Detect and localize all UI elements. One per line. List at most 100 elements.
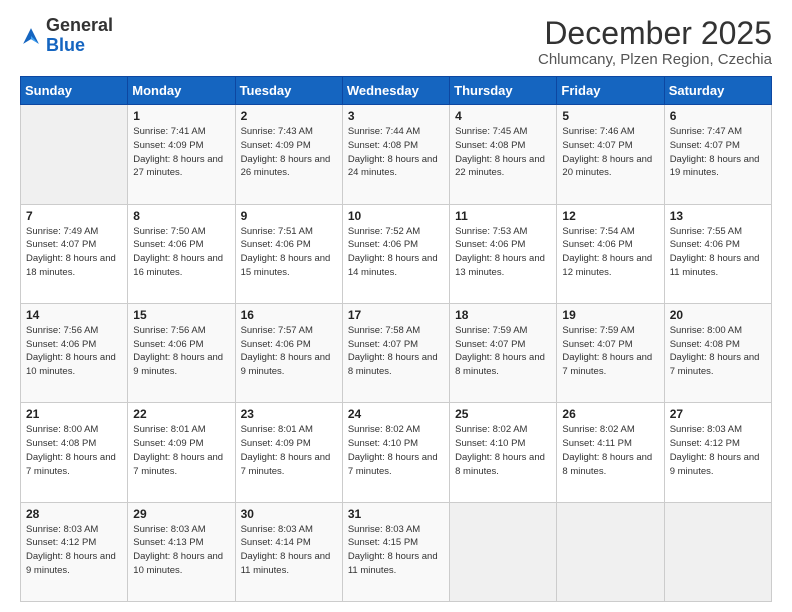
day-number: 27 <box>670 407 766 421</box>
calendar-day-cell: 3 Sunrise: 7:44 AMSunset: 4:08 PMDaylight… <box>342 105 449 204</box>
calendar-header-cell: Friday <box>557 77 664 105</box>
calendar-day-cell: 26 Sunrise: 8:02 AMSunset: 4:11 PMDayligh… <box>557 403 664 502</box>
calendar-week-row: 21Sunrise: 8:00 AMSunset: 4:08 PMDayligh… <box>21 403 772 502</box>
day-number: 24 <box>348 407 444 421</box>
day-info: Sunrise: 7:58 AMSunset: 4:07 PMDaylight:… <box>348 324 444 379</box>
calendar-day-cell: 5 Sunrise: 7:46 AMSunset: 4:07 PMDaylight… <box>557 105 664 204</box>
day-number: 12 <box>562 209 658 223</box>
day-info: Sunrise: 8:03 AMSunset: 4:14 PMDaylight:… <box>241 523 337 578</box>
day-info: Sunrise: 8:02 AMSunset: 4:10 PMDaylight:… <box>455 423 551 478</box>
calendar-day-cell: 30 Sunrise: 8:03 AMSunset: 4:14 PMDayligh… <box>235 502 342 601</box>
calendar-day-cell: 10 Sunrise: 7:52 AMSunset: 4:06 PMDayligh… <box>342 204 449 303</box>
calendar-day-cell: 18Sunrise: 7:59 AMSunset: 4:07 PMDayligh… <box>450 303 557 402</box>
day-info: Sunrise: 7:45 AMSunset: 4:08 PMDaylight:… <box>455 125 551 180</box>
day-number: 25 <box>455 407 551 421</box>
day-number: 31 <box>348 507 444 521</box>
day-number: 7 <box>26 209 122 223</box>
title-section: December 2025 Chlumcany, Plzen Region, C… <box>538 16 772 68</box>
day-info: Sunrise: 7:44 AMSunset: 4:08 PMDaylight:… <box>348 125 444 180</box>
day-info: Sunrise: 7:56 AMSunset: 4:06 PMDaylight:… <box>133 324 229 379</box>
day-number: 22 <box>133 407 229 421</box>
calendar-day-cell: 22 Sunrise: 8:01 AMSunset: 4:09 PMDayligh… <box>128 403 235 502</box>
day-number: 11 <box>455 209 551 223</box>
day-number: 1 <box>133 109 229 123</box>
day-info: Sunrise: 8:03 AMSunset: 4:15 PMDaylight:… <box>348 523 444 578</box>
calendar-day-cell: 20 Sunrise: 8:00 AMSunset: 4:08 PMDayligh… <box>664 303 771 402</box>
day-info: Sunrise: 8:02 AMSunset: 4:11 PMDaylight:… <box>562 423 658 478</box>
day-number: 3 <box>348 109 444 123</box>
calendar-header-cell: Thursday <box>450 77 557 105</box>
day-info: Sunrise: 8:01 AMSunset: 4:09 PMDaylight:… <box>241 423 337 478</box>
day-info: Sunrise: 7:55 AMSunset: 4:06 PMDaylight:… <box>670 225 766 280</box>
day-number: 30 <box>241 507 337 521</box>
day-info: Sunrise: 7:54 AMSunset: 4:06 PMDaylight:… <box>562 225 658 280</box>
day-info: Sunrise: 8:03 AMSunset: 4:13 PMDaylight:… <box>133 523 229 578</box>
day-number: 28 <box>26 507 122 521</box>
calendar-header-cell: Monday <box>128 77 235 105</box>
day-info: Sunrise: 8:03 AMSunset: 4:12 PMDaylight:… <box>670 423 766 478</box>
day-info: Sunrise: 7:57 AMSunset: 4:06 PMDaylight:… <box>241 324 337 379</box>
calendar-day-cell: 19Sunrise: 7:59 AMSunset: 4:07 PMDayligh… <box>557 303 664 402</box>
calendar: SundayMondayTuesdayWednesdayThursdayFrid… <box>20 76 772 602</box>
day-info: Sunrise: 8:00 AMSunset: 4:08 PMDaylight:… <box>26 423 122 478</box>
day-info: Sunrise: 8:02 AMSunset: 4:10 PMDaylight:… <box>348 423 444 478</box>
day-info: Sunrise: 7:51 AMSunset: 4:06 PMDaylight:… <box>241 225 337 280</box>
calendar-day-cell: 15Sunrise: 7:56 AMSunset: 4:06 PMDayligh… <box>128 303 235 402</box>
day-number: 10 <box>348 209 444 223</box>
calendar-week-row: 1 Sunrise: 7:41 AMSunset: 4:09 PMDaylight… <box>21 105 772 204</box>
day-info: Sunrise: 8:00 AMSunset: 4:08 PMDaylight:… <box>670 324 766 379</box>
calendar-day-cell: 12 Sunrise: 7:54 AMSunset: 4:06 PMDayligh… <box>557 204 664 303</box>
day-number: 5 <box>562 109 658 123</box>
day-info: Sunrise: 7:41 AMSunset: 4:09 PMDaylight:… <box>133 125 229 180</box>
calendar-day-cell: 4Sunrise: 7:45 AMSunset: 4:08 PMDaylight… <box>450 105 557 204</box>
day-info: Sunrise: 7:50 AMSunset: 4:06 PMDaylight:… <box>133 225 229 280</box>
day-number: 26 <box>562 407 658 421</box>
day-info: Sunrise: 7:52 AMSunset: 4:06 PMDaylight:… <box>348 225 444 280</box>
day-number: 29 <box>133 507 229 521</box>
logo-line2: Blue <box>46 36 113 56</box>
calendar-header-cell: Sunday <box>21 77 128 105</box>
calendar-day-cell: 2 Sunrise: 7:43 AMSunset: 4:09 PMDaylight… <box>235 105 342 204</box>
day-info: Sunrise: 8:01 AMSunset: 4:09 PMDaylight:… <box>133 423 229 478</box>
calendar-day-cell: 23 Sunrise: 8:01 AMSunset: 4:09 PMDayligh… <box>235 403 342 502</box>
day-info: Sunrise: 7:56 AMSunset: 4:06 PMDaylight:… <box>26 324 122 379</box>
calendar-day-cell: 9 Sunrise: 7:51 AMSunset: 4:06 PMDaylight… <box>235 204 342 303</box>
calendar-day-cell: 7 Sunrise: 7:49 AMSunset: 4:07 PMDaylight… <box>21 204 128 303</box>
day-info: Sunrise: 7:59 AMSunset: 4:07 PMDaylight:… <box>562 324 658 379</box>
calendar-week-row: 28Sunrise: 8:03 AMSunset: 4:12 PMDayligh… <box>21 502 772 601</box>
logo-icon <box>20 25 42 47</box>
calendar-header-cell: Tuesday <box>235 77 342 105</box>
calendar-day-cell: 11 Sunrise: 7:53 AMSunset: 4:06 PMDayligh… <box>450 204 557 303</box>
day-number: 13 <box>670 209 766 223</box>
page: General Blue December 2025 Chlumcany, Pl… <box>0 0 792 612</box>
day-number: 9 <box>241 209 337 223</box>
calendar-day-cell: 1 Sunrise: 7:41 AMSunset: 4:09 PMDaylight… <box>128 105 235 204</box>
calendar-day-cell <box>21 105 128 204</box>
day-info: Sunrise: 7:43 AMSunset: 4:09 PMDaylight:… <box>241 125 337 180</box>
day-info: Sunrise: 7:49 AMSunset: 4:07 PMDaylight:… <box>26 225 122 280</box>
calendar-day-cell <box>450 502 557 601</box>
calendar-day-cell: 31 Sunrise: 8:03 AMSunset: 4:15 PMDayligh… <box>342 502 449 601</box>
calendar-day-cell: 14 Sunrise: 7:56 AMSunset: 4:06 PMDayligh… <box>21 303 128 402</box>
calendar-day-cell: 17 Sunrise: 7:58 AMSunset: 4:07 PMDayligh… <box>342 303 449 402</box>
day-number: 18 <box>455 308 551 322</box>
day-number: 6 <box>670 109 766 123</box>
day-info: Sunrise: 7:47 AMSunset: 4:07 PMDaylight:… <box>670 125 766 180</box>
day-info: Sunrise: 7:46 AMSunset: 4:07 PMDaylight:… <box>562 125 658 180</box>
day-number: 23 <box>241 407 337 421</box>
day-number: 14 <box>26 308 122 322</box>
calendar-week-row: 14 Sunrise: 7:56 AMSunset: 4:06 PMDayligh… <box>21 303 772 402</box>
calendar-day-cell: 27 Sunrise: 8:03 AMSunset: 4:12 PMDayligh… <box>664 403 771 502</box>
calendar-day-cell: 25 Sunrise: 8:02 AMSunset: 4:10 PMDayligh… <box>450 403 557 502</box>
logo: General Blue <box>20 16 113 56</box>
day-number: 8 <box>133 209 229 223</box>
subtitle: Chlumcany, Plzen Region, Czechia <box>538 51 772 68</box>
top-section: General Blue December 2025 Chlumcany, Pl… <box>20 16 772 68</box>
day-number: 2 <box>241 109 337 123</box>
main-title: December 2025 <box>538 16 772 51</box>
calendar-day-cell: 13 Sunrise: 7:55 AMSunset: 4:06 PMDayligh… <box>664 204 771 303</box>
day-info: Sunrise: 7:53 AMSunset: 4:06 PMDaylight:… <box>455 225 551 280</box>
calendar-day-cell: 24 Sunrise: 8:02 AMSunset: 4:10 PMDayligh… <box>342 403 449 502</box>
day-number: 20 <box>670 308 766 322</box>
day-number: 17 <box>348 308 444 322</box>
